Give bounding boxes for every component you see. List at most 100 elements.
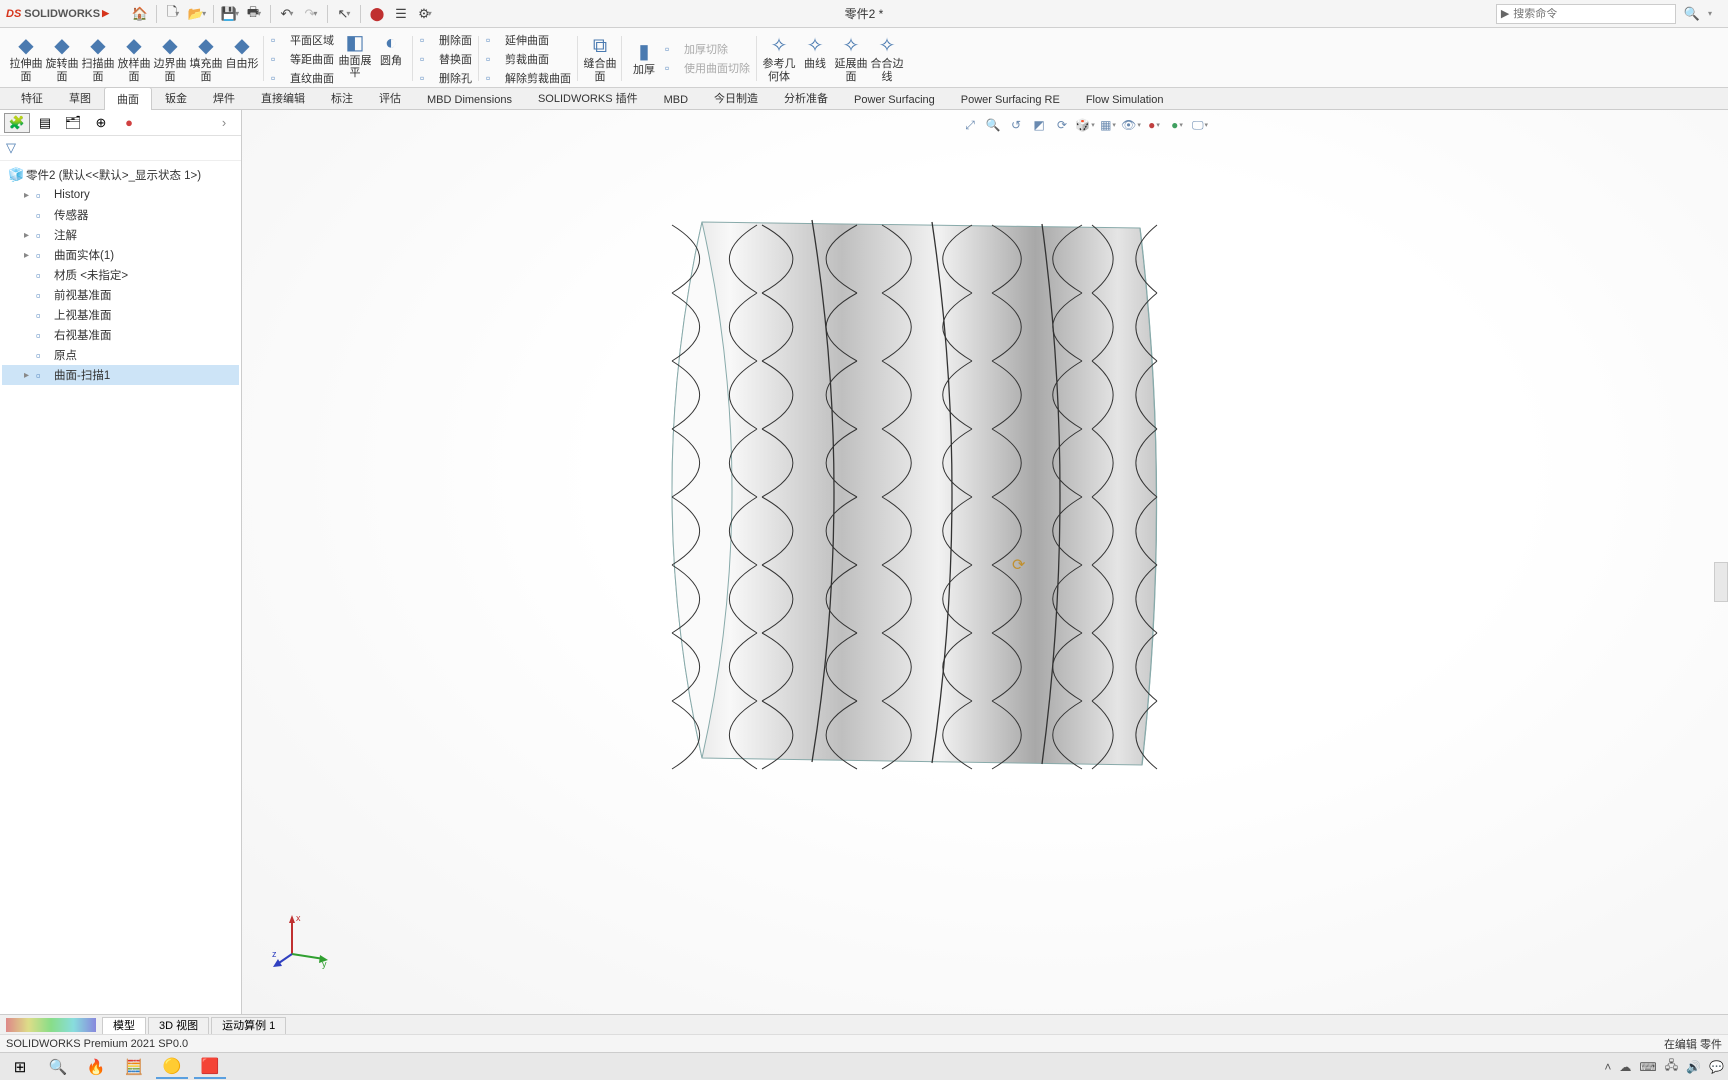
- tray-ime-icon[interactable]: ⌨: [1639, 1060, 1656, 1074]
- tree-item-5[interactable]: ▫前视基准面: [2, 285, 239, 305]
- property-tab[interactable]: ▤: [32, 113, 58, 133]
- tray-cloud-icon[interactable]: ☁: [1619, 1060, 1631, 1074]
- rg3-1[interactable]: ▫替换面: [417, 50, 475, 68]
- print-button[interactable]: 🖶▾: [243, 3, 265, 25]
- dynamic-view-button[interactable]: ⟳: [1052, 116, 1072, 134]
- tree-item-9[interactable]: ▸▫曲面-扫描1: [2, 365, 239, 385]
- tree-item-4[interactable]: ▫材质 <未指定>: [2, 265, 239, 285]
- appearance-button[interactable]: ●▾: [1144, 116, 1164, 134]
- select-button[interactable]: ↖▾: [333, 3, 355, 25]
- cmdtab-Flow Simulation[interactable]: Flow Simulation: [1073, 90, 1177, 109]
- thicken-button[interactable]: ▮加厚: [626, 40, 662, 77]
- cmdtab-评估[interactable]: 评估: [366, 86, 414, 109]
- taskbar-app-browser[interactable]: 🟡: [156, 1055, 188, 1079]
- options-list-button[interactable]: ☰: [390, 3, 412, 25]
- tree-item-3[interactable]: ▸▫曲面实体(1): [2, 245, 239, 265]
- cmdtab-Power Surfacing RE[interactable]: Power Surfacing RE: [948, 90, 1073, 109]
- surface-cmd-6[interactable]: ◆自由形: [224, 34, 260, 82]
- cmdtab-草图[interactable]: 草图: [56, 86, 104, 109]
- rg2rows-0[interactable]: ▫平面区域: [268, 31, 337, 49]
- filter-icon[interactable]: ▽: [6, 140, 16, 155]
- ref-cmd-3[interactable]: ✧合合边 线: [869, 34, 905, 82]
- viewport-scrollbar[interactable]: [1714, 562, 1728, 602]
- rg3-2[interactable]: ▫删除孔: [417, 69, 475, 87]
- rg3-0[interactable]: ▫删除面: [417, 31, 475, 49]
- taskbar-app-paint[interactable]: 🔥: [80, 1055, 112, 1079]
- taskbar-app-solidworks[interactable]: 🟥: [194, 1055, 226, 1079]
- surface-cmd-3[interactable]: ◆放样曲 面: [116, 34, 152, 82]
- surface-cmd-5[interactable]: ◆填充曲 面: [188, 34, 224, 82]
- cmdtab-MBD[interactable]: MBD: [651, 90, 701, 109]
- graphics-viewport[interactable]: ⤢ 🔍 ↺ ◩ ⟳ 🎲▾ ▦▾ 👁▾ ●▾ ●▾ 🖵▾: [242, 110, 1728, 1014]
- prev-view-button[interactable]: ↺: [1006, 116, 1026, 134]
- cmdtab-今日制造[interactable]: 今日制造: [701, 86, 771, 109]
- section-view-button[interactable]: ◩: [1029, 116, 1049, 134]
- home-button[interactable]: 🏠: [129, 3, 151, 25]
- cmdtab-MBD Dimensions[interactable]: MBD Dimensions: [414, 90, 525, 109]
- ref-cmd-1[interactable]: ✧曲线: [797, 34, 833, 82]
- rg4-2[interactable]: ▫解除剪裁曲面: [483, 69, 574, 87]
- tree-item-7[interactable]: ▫右视基准面: [2, 325, 239, 345]
- model-tab-1[interactable]: 3D 视图: [148, 1017, 209, 1034]
- model-tab-2[interactable]: 运动算例 1: [211, 1017, 286, 1034]
- cmdtab-钣金[interactable]: 钣金: [152, 86, 200, 109]
- tree-item-8[interactable]: ▫原点: [2, 345, 239, 365]
- cmdtab-焊件[interactable]: 焊件: [200, 86, 248, 109]
- taskbar-app-calc[interactable]: 🧮: [118, 1055, 150, 1079]
- zoom-area-button[interactable]: 🔍: [983, 116, 1003, 134]
- tree-item-0[interactable]: ▸▫History: [2, 185, 239, 205]
- redo-button[interactable]: ↷▾: [300, 3, 322, 25]
- rg2rows-2[interactable]: ▫直纹曲面: [268, 69, 337, 87]
- tree-root[interactable]: 🧊 零件2 (默认<<默认>_显示状态 1>): [2, 165, 239, 185]
- cmdtab-曲面[interactable]: 曲面: [104, 87, 152, 110]
- ref-cmd-0[interactable]: ✧参考几 何体: [761, 34, 797, 82]
- scene-button[interactable]: ●▾: [1167, 116, 1187, 134]
- knit-surface-button[interactable]: ⧉缝合曲 面: [582, 34, 618, 82]
- cmdtab-Power Surfacing[interactable]: Power Surfacing: [841, 90, 948, 109]
- surface-cmd-2[interactable]: ◆扫描曲 面: [80, 34, 116, 82]
- flatten-surface-button[interactable]: ◧曲面展 平: [337, 31, 373, 87]
- surface-cmd-0[interactable]: ◆拉伸曲 面: [8, 34, 44, 82]
- rg4-0[interactable]: ▫延伸曲面: [483, 31, 574, 49]
- rebuild-button[interactable]: ⬤: [366, 3, 388, 25]
- tray-network-icon[interactable]: 🖧: [1665, 1056, 1678, 1077]
- cmdtab-标注[interactable]: 标注: [318, 86, 366, 109]
- save-button[interactable]: 💾▾: [219, 3, 241, 25]
- settings-button[interactable]: ⚙▾: [414, 3, 436, 25]
- new-button[interactable]: 🗋▾: [162, 3, 184, 25]
- rg4-1[interactable]: ▫剪裁曲面: [483, 50, 574, 68]
- display-style-button[interactable]: ▦▾: [1098, 116, 1118, 134]
- zoom-fit-button[interactable]: ⤢: [960, 116, 980, 134]
- hide-show-button[interactable]: 👁▾: [1121, 116, 1141, 134]
- view-settings-button[interactable]: 🖵▾: [1190, 116, 1210, 134]
- search-input[interactable]: [1513, 8, 1671, 20]
- tree-item-6[interactable]: ▫上视基准面: [2, 305, 239, 325]
- cmdtab-特征[interactable]: 特征: [8, 86, 56, 109]
- logo-dropdown-icon[interactable]: ▶: [102, 8, 109, 19]
- tree-item-2[interactable]: ▸▫注解: [2, 225, 239, 245]
- tray-up-icon[interactable]: ˄: [1604, 1060, 1611, 1074]
- command-search[interactable]: ▶: [1496, 4, 1676, 24]
- ref-cmd-2[interactable]: ✧延展曲 面: [833, 34, 869, 82]
- surface-cmd-1[interactable]: ◆旋转曲 面: [44, 34, 80, 82]
- surface-cmd-4[interactable]: ◆边界曲 面: [152, 34, 188, 82]
- rg2rows-1[interactable]: ▫等距曲面: [268, 50, 337, 68]
- taskbar-search[interactable]: 🔍: [42, 1055, 74, 1079]
- model-tab-0[interactable]: 模型: [102, 1017, 146, 1034]
- undo-button[interactable]: ↶▾: [276, 3, 298, 25]
- appearance-tab[interactable]: ●: [116, 113, 142, 133]
- cmdtab-SOLIDWORKS 插件[interactable]: SOLIDWORKS 插件: [525, 86, 651, 109]
- config-tab[interactable]: 🗂: [60, 113, 86, 133]
- dim-tab[interactable]: ⊕: [88, 113, 114, 133]
- tree-item-1[interactable]: ▫传感器: [2, 205, 239, 225]
- open-button[interactable]: 📂▾: [186, 3, 208, 25]
- tray-notify-icon[interactable]: 💬: [1709, 1060, 1724, 1074]
- cmdtab-分析准备[interactable]: 分析准备: [771, 86, 841, 109]
- view-orient-button[interactable]: 🎲▾: [1075, 116, 1095, 134]
- search-dropdown[interactable]: ▾: [1700, 3, 1722, 25]
- start-button[interactable]: ⊞: [4, 1055, 36, 1079]
- fillet-button[interactable]: ◐圆角: [373, 31, 409, 87]
- orientation-triad[interactable]: x y z: [272, 909, 332, 974]
- cmdtab-直接编辑[interactable]: 直接编辑: [248, 86, 318, 109]
- panel-expand[interactable]: ›: [211, 113, 237, 133]
